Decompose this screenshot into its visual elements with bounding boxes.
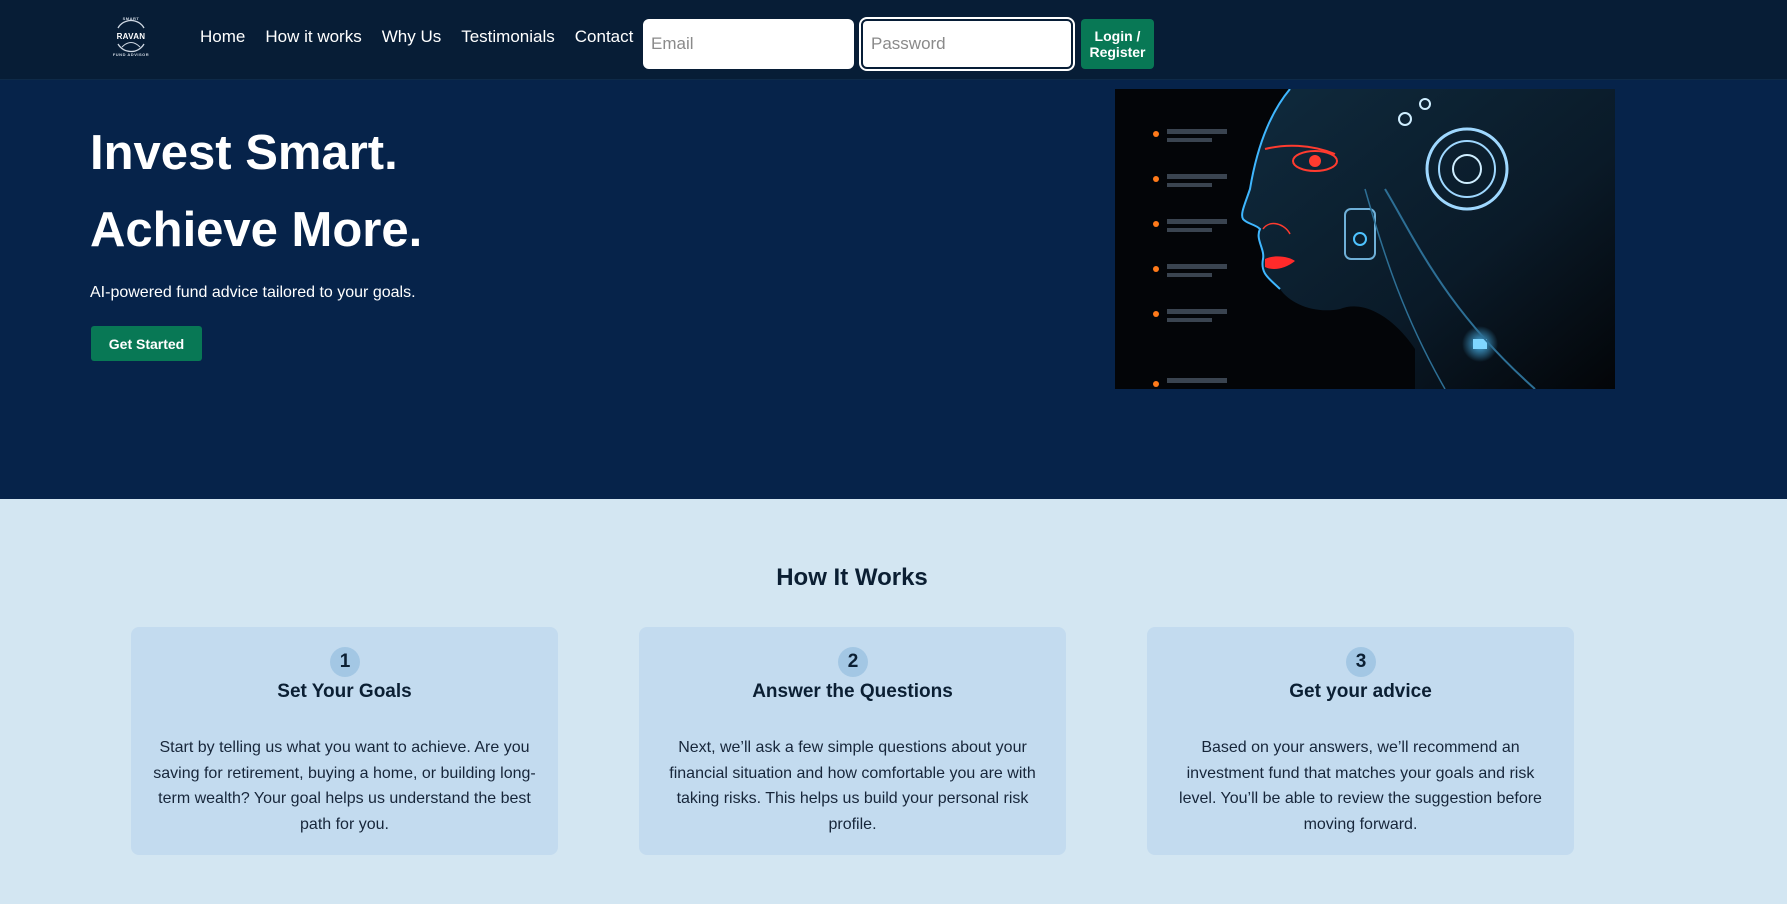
logo-top-text: SMART: [122, 16, 140, 21]
login-label-line1: Login /: [1094, 28, 1141, 44]
ai-robot-face-image: [1115, 89, 1615, 389]
step-number-badge: 1: [330, 647, 360, 677]
main-nav: Home How it works Why Us Testimonials Co…: [200, 27, 633, 47]
nav-how-it-works[interactable]: How it works: [265, 27, 361, 47]
nav-testimonials[interactable]: Testimonials: [461, 27, 555, 47]
step-description: Next, we’ll ask a few simple questions a…: [669, 739, 1036, 833]
step-title: Get your advice: [1289, 681, 1432, 702]
step-card-1: 1 Set Your Goals Start by telling us wha…: [131, 627, 558, 855]
hero-subtitle: AI-powered fund advice tailored to your …: [90, 284, 416, 301]
nav-home[interactable]: Home: [200, 27, 245, 47]
nav-why-us[interactable]: Why Us: [382, 27, 442, 47]
password-field-wrapper: [861, 19, 1073, 69]
brand-logo[interactable]: SMART RAVAN FUND ADVISOR: [110, 14, 152, 58]
logo-bottom-text: FUND ADVISOR: [112, 52, 150, 57]
hero-title-line2: Achieve More.: [90, 203, 423, 257]
login-label-line2: Register: [1089, 44, 1146, 60]
step-description: Start by telling us what you want to ach…: [153, 739, 536, 833]
hero-section: Invest Smart. Achieve More. AI-powered f…: [0, 80, 1787, 499]
how-it-works-title: How It Works: [776, 564, 928, 591]
login-register-button[interactable]: Login / Register: [1081, 19, 1154, 69]
step-description: Based on your answers, we’ll recommend a…: [1179, 739, 1542, 833]
password-input[interactable]: [871, 34, 1063, 54]
hero-title-line1: Invest Smart.: [90, 126, 398, 180]
nav-contact[interactable]: Contact: [575, 27, 634, 47]
email-field-wrapper: [643, 19, 854, 69]
step-number-badge: 2: [838, 647, 868, 677]
step-title: Set Your Goals: [277, 681, 412, 702]
top-navbar: SMART RAVAN FUND ADVISOR Home How it wor…: [0, 0, 1787, 80]
step-card-2: 2 Answer the Questions Next, we’ll ask a…: [639, 627, 1066, 855]
step-number-badge: 3: [1346, 647, 1376, 677]
email-input[interactable]: [651, 34, 846, 54]
step-title: Answer the Questions: [752, 681, 953, 702]
logo-name: RAVAN: [116, 32, 146, 41]
get-started-button[interactable]: Get Started: [91, 326, 202, 361]
robot-face-illustration: [1115, 89, 1615, 389]
step-card-3: 3 Get your advice Based on your answers,…: [1147, 627, 1574, 855]
